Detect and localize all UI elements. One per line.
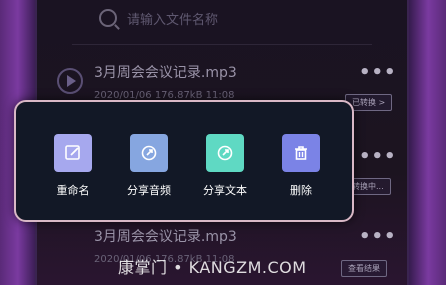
share-text-icon	[206, 134, 244, 172]
trash-icon	[282, 134, 320, 172]
play-icon[interactable]	[57, 68, 83, 94]
action-sheet: 重命名 分享音频 分享文本 删除	[14, 100, 354, 222]
search-icon	[99, 9, 117, 27]
edit-icon	[54, 134, 92, 172]
file-name[interactable]: 3月周会会议记录.mp3	[94, 226, 237, 246]
watermark: 康掌门 • KANGZM.COM	[118, 258, 307, 277]
action-label: 分享音频	[127, 184, 171, 197]
rename-button[interactable]: 重命名	[38, 134, 108, 198]
more-icon[interactable]: •••	[359, 146, 397, 167]
delete-button[interactable]: 删除	[266, 134, 336, 198]
action-label: 删除	[290, 184, 312, 197]
status-button[interactable]: 查看结果	[341, 260, 387, 277]
search-bar[interactable]: 请输入文件名称	[99, 6, 218, 30]
share-audio-icon	[130, 134, 168, 172]
action-label: 分享文本	[203, 184, 247, 197]
share-audio-button[interactable]: 分享音频	[114, 134, 184, 198]
more-icon[interactable]: •••	[359, 62, 397, 83]
search-input[interactable]: 请输入文件名称	[127, 9, 218, 28]
file-name[interactable]: 3月周会会议记录.mp3	[94, 62, 237, 82]
divider	[72, 44, 372, 45]
share-text-button[interactable]: 分享文本	[190, 134, 260, 198]
action-label: 重命名	[56, 184, 90, 197]
more-icon[interactable]: •••	[359, 226, 397, 247]
